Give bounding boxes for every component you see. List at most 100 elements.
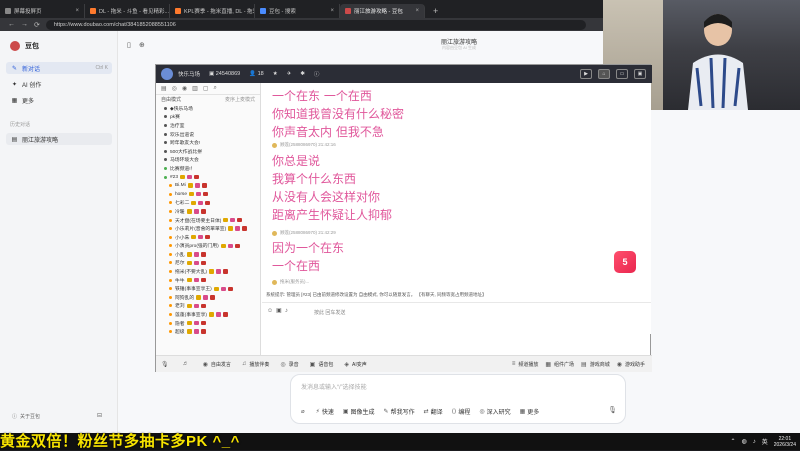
roster-item[interactable]: 小乱	[156, 250, 260, 259]
free-talk-button[interactable]: ◉ 自由发言	[203, 361, 231, 368]
voice-pack-button[interactable]: ▣ 语音包	[310, 361, 334, 368]
sidebar-item-label: 更多	[22, 98, 35, 105]
more-button[interactable]: ▦ 更多	[520, 407, 540, 416]
mic-button[interactable]: 🎙	[161, 361, 172, 368]
write-button[interactable]: ✎ 帮我写作	[384, 407, 415, 416]
quick-button[interactable]: ⚡ 快速	[316, 407, 334, 416]
window-icon[interactable]: ▭	[616, 69, 628, 79]
image-gen-button[interactable]: ▣ 图像生成	[343, 407, 375, 416]
accompaniment-button[interactable]: ♫ 播放伴奏	[242, 361, 270, 368]
sidebar-item-new-chat[interactable]: ✎ 新对话 Ctrl K	[6, 62, 112, 74]
game-store-button[interactable]: ▤ 游戏商城	[581, 361, 610, 368]
chevron-up-icon[interactable]: ⌃	[730, 438, 735, 445]
roster-item[interactable]: 500大作战比拼	[156, 147, 260, 156]
browser-tab[interactable]: DL - 拖米 - 斗鱼 - 看见精彩...×	[85, 4, 170, 18]
roster-item[interactable]: 小乐莉片(音會的單單宣)	[156, 224, 260, 233]
search-icon[interactable]: ⌕	[214, 85, 217, 92]
roster-mode[interactable]: 自由模式	[161, 96, 181, 103]
history-item[interactable]: ▤ 丽江旅游攻略	[6, 133, 112, 145]
roster-item[interactable]: horse	[156, 190, 260, 199]
channel-play-button[interactable]: ≡ 频道播放	[512, 361, 539, 368]
roster-item[interactable]: 欢乐出道说	[156, 130, 260, 139]
roster-item[interactable]: Bi.Mi	[156, 181, 260, 190]
roster-item[interactable]: 小小朱	[156, 233, 260, 242]
list-icon[interactable]: ▤	[161, 85, 167, 92]
home-icon[interactable]: ⌂	[598, 69, 610, 79]
roster-item[interactable]: 铁锤(事事宣享王)	[156, 284, 260, 293]
roster-item[interactable]: 小演员pro(强的门用)	[156, 242, 260, 251]
microphone-icon[interactable]: 🎙	[608, 406, 617, 414]
badge-icon	[187, 174, 193, 180]
deep-research-button[interactable]: ◎ 深入研究	[479, 407, 510, 416]
roster-item[interactable]: 超级	[156, 327, 260, 336]
roster-item[interactable]: 七彩二	[156, 199, 260, 208]
roster-item[interactable]: 跨年歌友大会!	[156, 138, 260, 147]
volume-button[interactable]: ♬	[183, 361, 192, 367]
collapse-icon[interactable]: ⊟	[97, 412, 102, 419]
translate-button[interactable]: ⇄ 翻译	[424, 407, 443, 416]
new-tab-icon[interactable]: +	[433, 6, 438, 16]
code-button[interactable]: ⟨⟩ 编程	[452, 407, 471, 416]
chat-icon[interactable]: ▢	[203, 85, 209, 92]
about-link[interactable]: ⓘ 关于豆包	[12, 413, 40, 420]
close-icon[interactable]: ×	[415, 8, 419, 14]
forward-icon[interactable]: →	[21, 21, 28, 28]
browser-tab-active[interactable]: 丽江旅游攻略 - 豆包 ×	[340, 4, 425, 18]
close-icon[interactable]: ×	[75, 8, 79, 14]
clock[interactable]: 22:01 2026/3/24	[774, 436, 796, 448]
game-helper-button[interactable]: ◉ 游戏助手	[617, 361, 645, 368]
roster-item[interactable]: ◆快乐马场	[156, 104, 260, 113]
ask-input-box[interactable]: 发消息或输入“/”选择技能 ⌀ ⚡ 快速 ▣ 图像生成 ✎ 帮我写作 ⇄ 翻译 ⟨⟩ 编程…	[290, 374, 626, 424]
roster-item[interactable]: 冷暖	[156, 207, 260, 216]
browser-tab[interactable]: KPL赛季 - 拖米直播, DL - 拖米直...×	[170, 4, 255, 18]
video-icon[interactable]: ▶	[580, 69, 592, 79]
people-icon[interactable]: ◎	[172, 85, 177, 92]
roster-item[interactable]: 治疗室	[156, 121, 260, 130]
info-icon[interactable]: ⓘ	[314, 70, 320, 78]
back-icon[interactable]: ←	[8, 21, 15, 28]
badge-icon	[200, 260, 206, 266]
plane-icon[interactable]: ✈	[287, 71, 292, 77]
wifi-icon[interactable]: ◍	[741, 438, 746, 445]
reload-icon[interactable]: ⟳	[34, 21, 40, 29]
widget-plaza-button[interactable]: ▦ 组件广场	[545, 361, 574, 368]
sidebar-item-more[interactable]: ▦ 更多	[6, 94, 112, 106]
emoji-icon[interactable]: ☺	[267, 308, 276, 314]
star-icon[interactable]: ★	[273, 71, 278, 77]
ask-input[interactable]: 发消息或输入“/”选择技能	[301, 382, 367, 391]
roster-item[interactable]: #23	[156, 173, 260, 182]
chat-input-bar: ☺▣♪ 按此 回车发送	[262, 302, 651, 334]
speaker-icon[interactable]: ♪	[753, 439, 756, 445]
doc-icon[interactable]: ▥	[192, 85, 198, 92]
roster-mode-right[interactable]: 麦序上麦模式	[225, 96, 255, 103]
roster-item[interactable]: 比赛频道!！	[156, 164, 260, 173]
close-icon[interactable]: ×	[330, 8, 334, 14]
image-icon[interactable]: ▣	[276, 308, 285, 314]
settings-icon[interactable]: ✱	[300, 71, 305, 77]
roster-item[interactable]: 尼尔	[156, 259, 260, 268]
ai-voice-button[interactable]: ◈ AI变声	[344, 361, 366, 368]
input-language[interactable]: 英	[762, 437, 768, 446]
roster-item[interactable]: 隐者	[156, 319, 260, 328]
roster-item[interactable]: 马场环境大会	[156, 156, 260, 165]
roster-item[interactable]: pk赛	[156, 113, 260, 122]
roster-item[interactable]: 莲蓬(事事宣享)	[156, 310, 260, 319]
roster-item[interactable]: 牛牛	[156, 276, 260, 285]
roster-item[interactable]: 拖米(不要大乱)	[156, 267, 260, 276]
roster-item[interactable]: 老刘	[156, 302, 260, 311]
pin-icon[interactable]: ◉	[182, 85, 187, 92]
music-icon[interactable]: ♪	[285, 308, 291, 314]
gift-badge[interactable]: 5	[614, 251, 636, 273]
roster-item[interactable]: 阿狗乱的	[156, 293, 260, 302]
status-dot	[169, 313, 172, 317]
attach-button[interactable]: ⌀	[301, 408, 307, 415]
channel-avatar[interactable]	[161, 68, 173, 80]
gamepad-icon[interactable]: ▣	[634, 69, 646, 79]
record-button[interactable]: ◎ 录音	[280, 361, 298, 368]
roster-item[interactable]: 天才盘(在场要主日体)	[156, 216, 260, 225]
browser-tab[interactable]: 屏幕投屏页 ×	[0, 4, 85, 18]
browser-tab[interactable]: 豆包 - 搜索 ×	[255, 4, 340, 18]
url-field[interactable]: https://www.doubao.com/chat/384185208855…	[45, 19, 586, 30]
chat-input[interactable]: 按此 回车发送	[314, 309, 345, 316]
sidebar-item-ai-create[interactable]: ✦ AI 创作	[6, 78, 112, 90]
